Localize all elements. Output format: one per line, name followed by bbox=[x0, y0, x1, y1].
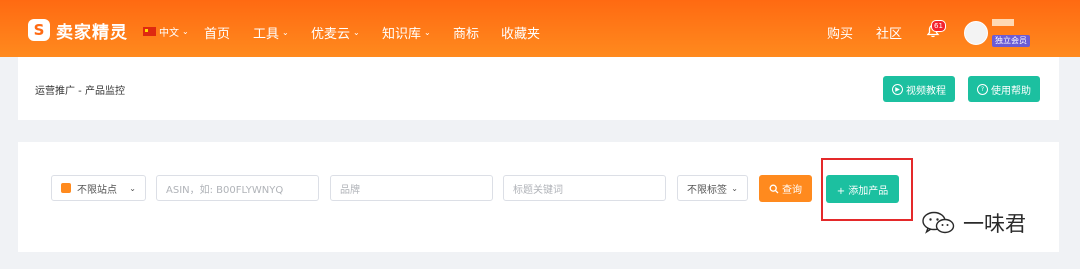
nav-community-label: 社区 bbox=[876, 27, 903, 42]
chevron-down-icon: ⌄ bbox=[731, 183, 738, 193]
language-selector[interactable]: 中文 ⌄ bbox=[143, 24, 189, 39]
page-header-card: 运营推广 - 产品监控 ▶ 视频教程 ? 使用帮助 bbox=[18, 57, 1059, 120]
language-label: 中文 bbox=[159, 28, 179, 39]
chevron-down-icon: ⌄ bbox=[182, 27, 189, 36]
wechat-icon bbox=[922, 211, 955, 234]
brand-input[interactable]: 品牌 bbox=[330, 175, 493, 201]
video-tutorial-label: 视频教程 bbox=[906, 85, 946, 97]
play-icon: ▶ bbox=[892, 83, 903, 95]
watermark: 一味君 bbox=[921, 208, 1026, 238]
nav-home[interactable]: 首页 bbox=[204, 23, 230, 42]
question-icon: ? bbox=[977, 83, 988, 95]
nav-buy-label: 购买 bbox=[827, 27, 854, 42]
watermark-text: 一味君 bbox=[963, 212, 1026, 236]
highlight-box bbox=[821, 158, 913, 221]
title-keyword-input[interactable]: 标题关键词 bbox=[503, 175, 666, 201]
tag-select-value: 不限标签 bbox=[687, 184, 727, 196]
nav-favorites[interactable]: 收藏夹 bbox=[501, 23, 540, 42]
tag-select[interactable]: 不限标签 ⌄ bbox=[677, 175, 748, 201]
member-tag-badge: 独立会员 bbox=[992, 35, 1030, 47]
chevron-down-icon: ⌄ bbox=[424, 28, 431, 37]
asin-input[interactable]: ASIN，如: B00FLYWNYQ bbox=[156, 175, 319, 201]
search-icon bbox=[769, 184, 779, 193]
site-select-value: 不限站点 bbox=[77, 184, 117, 196]
search-button-label: 查询 bbox=[782, 185, 802, 196]
nav-knowledge-base-label: 知识库 bbox=[382, 27, 422, 42]
nav-buy[interactable]: 购买 bbox=[827, 23, 853, 42]
nav-youmaiyun[interactable]: 优麦云 ⌄ bbox=[311, 23, 360, 42]
logo-mark-icon: S bbox=[28, 19, 50, 41]
chevron-down-icon: ⌄ bbox=[282, 28, 289, 37]
chevron-down-icon: ⌄ bbox=[129, 183, 136, 193]
nav-trademark-label: 商标 bbox=[453, 27, 480, 42]
nav-home-label: 首页 bbox=[204, 27, 231, 42]
video-tutorial-button[interactable]: ▶ 视频教程 bbox=[883, 76, 955, 102]
top-navigation-bar: S 卖家精灵 中文 ⌄ 首页 工具 ⌄ 优麦云 ⌄ 知识库 ⌄ 商标 收藏夹 购… bbox=[0, 0, 1080, 57]
chevron-down-icon: ⌄ bbox=[353, 28, 360, 37]
brand-input-placeholder: 品牌 bbox=[340, 184, 360, 196]
logo[interactable]: S 卖家精灵 bbox=[28, 18, 128, 43]
logo-text: 卖家精灵 bbox=[56, 22, 128, 43]
nav-tools-label: 工具 bbox=[253, 27, 280, 42]
nav-tools[interactable]: 工具 ⌄ bbox=[253, 23, 289, 42]
nav-knowledge-base[interactable]: 知识库 ⌄ bbox=[382, 23, 431, 42]
nav-community[interactable]: 社区 bbox=[876, 23, 902, 42]
amazon-icon bbox=[61, 183, 71, 193]
china-flag-icon bbox=[143, 27, 156, 36]
username-placeholder[interactable] bbox=[992, 19, 1014, 26]
help-label: 使用帮助 bbox=[991, 85, 1031, 97]
nav-youmaiyun-label: 优麦云 bbox=[311, 27, 351, 42]
title-keyword-placeholder: 标题关键词 bbox=[513, 184, 563, 196]
search-button[interactable]: 查询 bbox=[759, 175, 812, 202]
breadcrumb: 运营推广 - 产品监控 bbox=[35, 86, 125, 97]
asin-input-placeholder: ASIN，如: B00FLYWNYQ bbox=[166, 184, 284, 196]
site-select[interactable]: 不限站点 ⌄ bbox=[51, 175, 146, 201]
nav-favorites-label: 收藏夹 bbox=[501, 27, 541, 42]
notification-count-badge: 61 bbox=[931, 20, 946, 32]
avatar[interactable] bbox=[964, 21, 988, 45]
help-button[interactable]: ? 使用帮助 bbox=[968, 76, 1040, 102]
nav-trademark[interactable]: 商标 bbox=[453, 23, 479, 42]
